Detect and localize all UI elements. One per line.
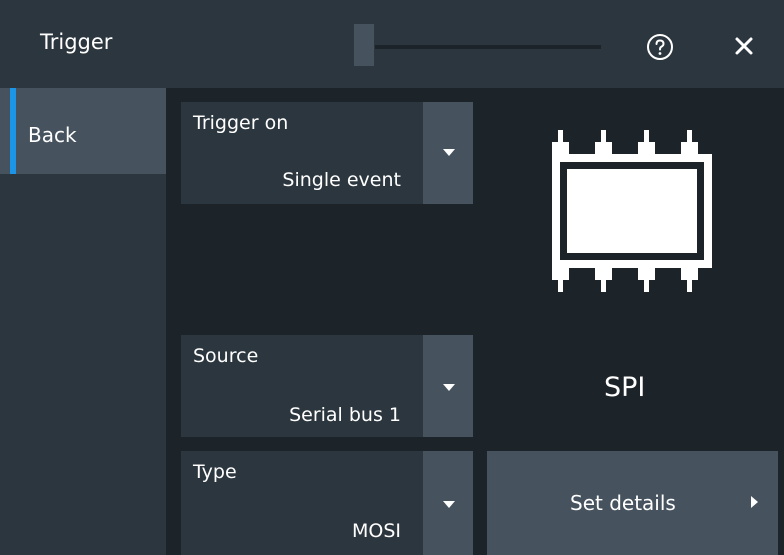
transparency-slider-thumb[interactable] bbox=[354, 24, 374, 66]
close-icon[interactable] bbox=[734, 36, 754, 56]
source-value: Serial bus 1 bbox=[289, 404, 401, 426]
help-icon[interactable] bbox=[646, 33, 674, 61]
back-button-label: Back bbox=[28, 123, 77, 147]
transparency-slider-track[interactable] bbox=[375, 45, 601, 49]
type-label: Type bbox=[193, 461, 237, 483]
sidebar-divider bbox=[166, 88, 180, 555]
chevron-down-icon bbox=[443, 149, 455, 156]
sidebar: Back bbox=[0, 88, 166, 555]
trigger-on-label: Trigger on bbox=[193, 112, 289, 134]
chip-icon bbox=[552, 130, 712, 292]
back-button-accent bbox=[10, 88, 16, 174]
set-details-button[interactable]: Set details bbox=[487, 451, 778, 555]
title-bar: Trigger bbox=[0, 0, 784, 88]
source-label: Source bbox=[193, 345, 259, 367]
type-dropdown-button[interactable] bbox=[423, 451, 473, 555]
type-field[interactable]: Type MOSI bbox=[181, 451, 423, 555]
chevron-down-icon bbox=[443, 384, 455, 391]
back-button[interactable]: Back bbox=[0, 88, 166, 174]
window-title: Trigger bbox=[40, 30, 113, 54]
set-details-label: Set details bbox=[570, 491, 676, 515]
trigger-on-field[interactable]: Trigger on Single event bbox=[181, 102, 423, 204]
trigger-on-value: Single event bbox=[282, 169, 401, 191]
source-field[interactable]: Source Serial bus 1 bbox=[181, 335, 423, 437]
trigger-on-dropdown-button[interactable] bbox=[423, 102, 473, 204]
chevron-down-icon bbox=[443, 501, 455, 508]
protocol-label: SPI bbox=[604, 372, 646, 403]
type-value: MOSI bbox=[351, 520, 401, 542]
chevron-right-icon bbox=[751, 496, 758, 508]
source-dropdown-button[interactable] bbox=[423, 335, 473, 437]
